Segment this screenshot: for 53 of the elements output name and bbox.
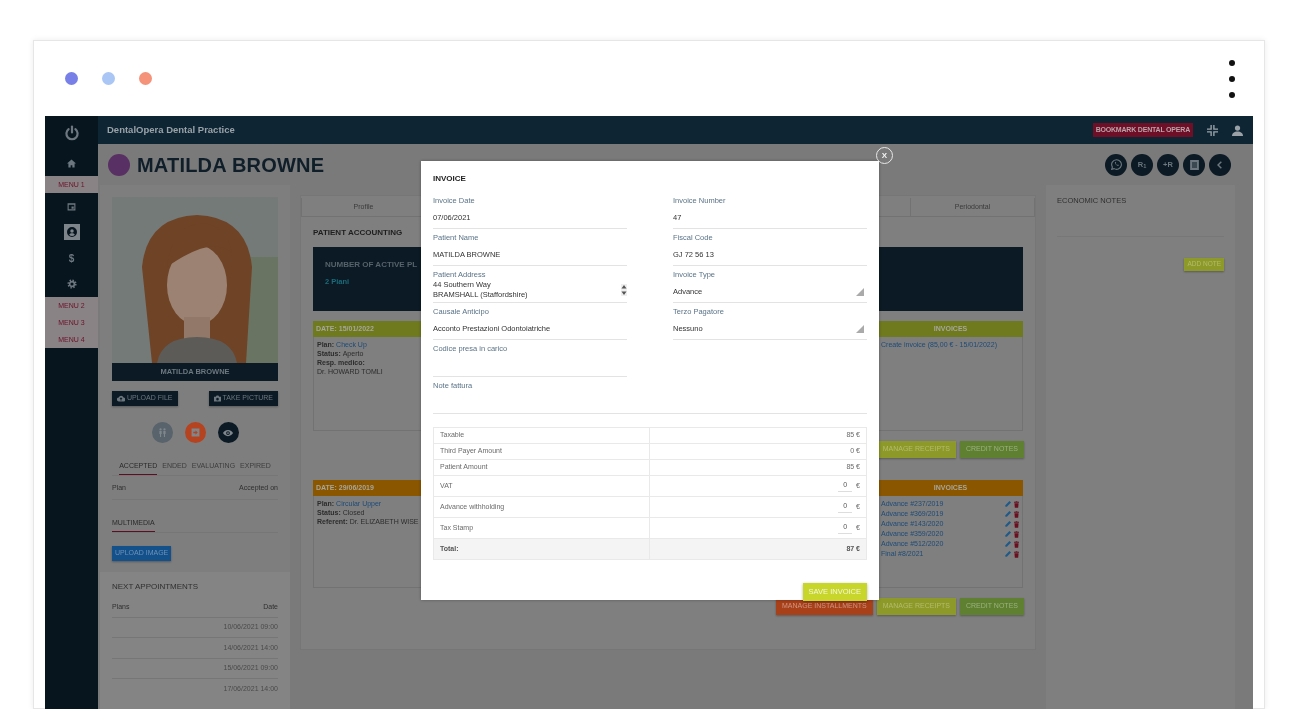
delete-button[interactable] [1014,520,1019,528]
arrow-box-icon [190,428,200,437]
quick-action-button[interactable] [217,422,239,443]
trash-icon [1014,530,1019,538]
chat-icon [1110,159,1122,170]
delete-button[interactable] [1014,540,1019,548]
sidebar-item[interactable] [63,224,80,240]
delete-button[interactable] [1014,510,1019,518]
edit-button[interactable] [1005,541,1011,547]
people-icon [157,428,167,437]
trash-icon [1014,510,1019,518]
dialog-title: INVOICE [433,173,467,185]
patient-name: MATILDA BROWNE [137,152,325,178]
document-icon [1189,159,1199,170]
power-icon [63,125,80,141]
menu-icon [1229,59,1235,98]
compress-button[interactable] [1207,124,1218,136]
edit-button[interactable] [1005,501,1011,507]
compress-icon [1207,124,1218,136]
patient-status-dot [108,153,130,176]
header-action-button[interactable] [1183,153,1205,176]
header-action-button[interactable] [1209,153,1231,176]
section-title: NEXT APPOINTMENTS [112,581,200,593]
chevron-left-icon [1217,160,1223,169]
delete-button[interactable] [1014,530,1019,538]
trash-icon [1014,520,1019,528]
camera-icon [213,395,221,402]
header-action-button[interactable] [1105,153,1127,176]
delete-button[interactable] [1014,550,1019,558]
user-icon [1232,124,1243,136]
close-button[interactable]: X [876,147,893,164]
edit-button[interactable] [1005,521,1011,527]
calendar-icon [67,201,76,211]
eye-icon [223,428,233,437]
delete-button[interactable] [1014,500,1019,508]
sidebar-item[interactable]: $ [63,250,80,266]
spinner-arrows-icon [621,284,627,297]
app-title: DentalOpera Dental Practice [107,122,235,137]
section-title: PATIENT ACCOUNTING [313,227,403,239]
home-icon [67,158,76,168]
dollar-glyph: $ [68,251,75,266]
user-button[interactable] [1232,124,1243,136]
cloud-upload-icon [117,395,125,402]
summary-title: NUMBER OF ACTIVE PL [325,259,418,271]
edit-button[interactable] [1005,511,1011,517]
trash-icon [1014,500,1019,508]
edit-button[interactable] [1005,531,1011,537]
trash-icon [1014,550,1019,558]
settings-icon [66,279,77,289]
edit-button[interactable] [1005,551,1011,557]
dropdown-triangle-icon [856,324,864,333]
dropdown-triangle-icon [856,287,864,296]
trash-icon [1014,540,1019,548]
